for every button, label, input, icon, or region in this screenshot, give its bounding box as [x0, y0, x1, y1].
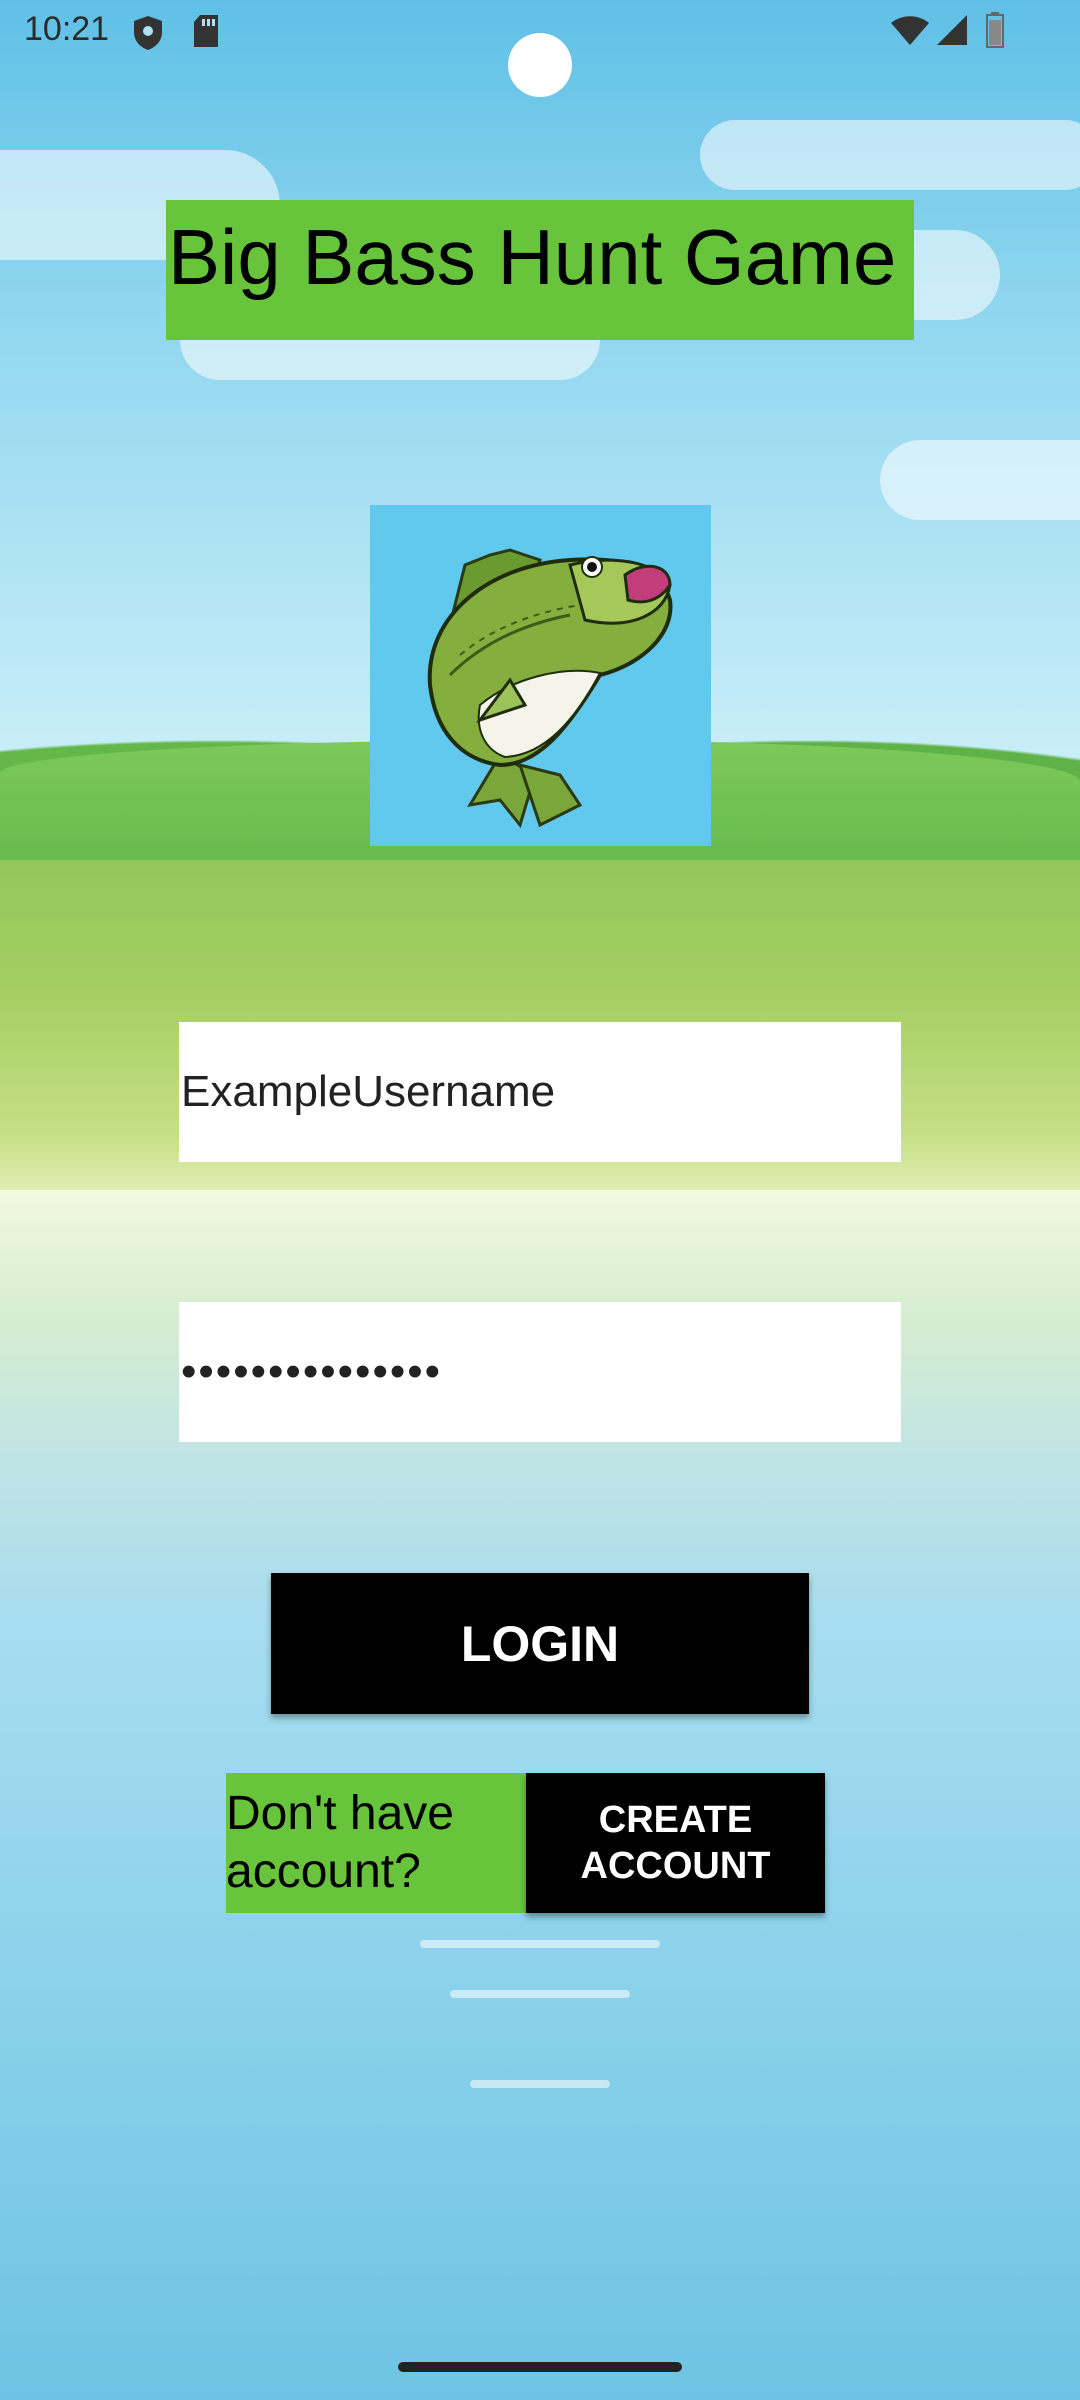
water-glint [420, 1940, 660, 1948]
water-glint [470, 2080, 610, 2088]
water-glint [450, 1990, 630, 1998]
bass-fish-icon [427, 548, 673, 829]
gesture-nav-handle[interactable] [398, 2362, 682, 2372]
signup-prompt: Don't have account? [226, 1773, 526, 1913]
wifi-icon [890, 16, 930, 51]
lake-water [0, 1600, 1080, 2400]
cloud [880, 440, 1080, 520]
app-title-banner: Big Bass Hunt Game [166, 200, 914, 340]
cell-signal-icon [936, 14, 968, 51]
signup-prompt-line2: account? [226, 1845, 421, 1898]
create-account-button[interactable]: CREATE ACCOUNT [526, 1773, 825, 1913]
username-input[interactable] [179, 1022, 901, 1162]
login-button[interactable]: LOGIN [271, 1573, 809, 1714]
cloud [700, 120, 1080, 190]
sd-card-icon [192, 14, 220, 53]
status-time: 10:21 [24, 10, 110, 48]
password-input[interactable] [179, 1302, 901, 1442]
create-account-line2: ACCOUNT [580, 1845, 771, 1887]
battery-icon [986, 12, 1004, 53]
camera-cutout [508, 33, 572, 97]
app-title: Big Bass Hunt Game [168, 213, 897, 301]
signup-row: Don't have account? CREATE ACCOUNT [226, 1773, 825, 1913]
phone-screen: 10:21 Big Bass Hunt Game ExampleUsername… [0, 0, 1080, 2400]
signup-prompt-line1: Don't have [226, 1787, 454, 1840]
shield-icon [132, 14, 164, 57]
bass-fish-logo [370, 505, 711, 846]
create-account-line1: CREATE [598, 1799, 753, 1841]
